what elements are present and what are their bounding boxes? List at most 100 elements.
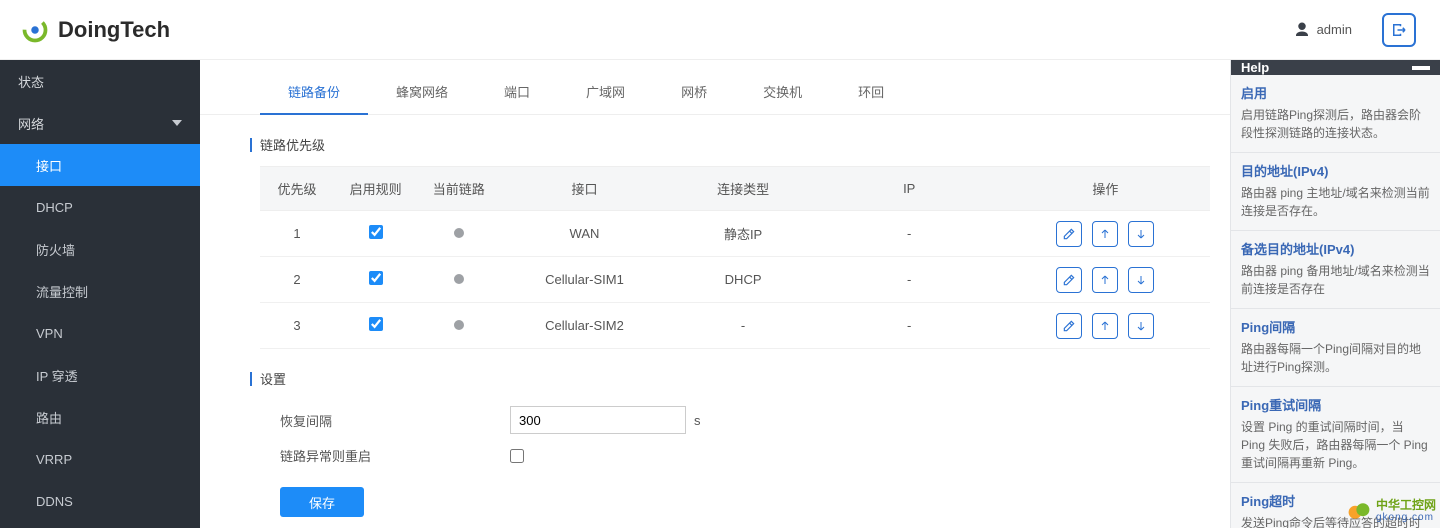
save-button[interactable]: 保存 bbox=[280, 487, 364, 517]
sidebar: 状态 网络 接口 DHCP 防火墙 流量控制 VPN IP 穿透 路由 VRRP… bbox=[0, 60, 200, 528]
table-row: 2Cellular-SIM1DHCP- bbox=[260, 257, 1210, 303]
reboot-checkbox[interactable] bbox=[510, 449, 524, 463]
th-enable: 启用规则 bbox=[334, 167, 417, 211]
sidebar-item-dhcp[interactable]: DHCP bbox=[0, 186, 200, 228]
cell-ip: - bbox=[818, 303, 1001, 349]
brand-icon bbox=[20, 15, 50, 45]
priority-table: 优先级 启用规则 当前链路 接口 连接类型 IP 操作 1WAN静态IP-2Ce… bbox=[260, 166, 1210, 349]
recover-unit: s bbox=[694, 413, 701, 428]
tab-bridge[interactable]: 网桥 bbox=[653, 72, 735, 114]
status-dot-icon bbox=[454, 228, 464, 238]
th-current: 当前链路 bbox=[417, 167, 500, 211]
sidebar-item-label: IP 穿透 bbox=[36, 366, 78, 385]
sidebar-item-firewall[interactable]: 防火墙 bbox=[0, 228, 200, 270]
help-block-text: 启用链路Ping探测后，路由器会阶段性探测链路的连接状态。 bbox=[1241, 106, 1430, 142]
cell-priority: 1 bbox=[260, 211, 334, 257]
recover-input[interactable] bbox=[510, 406, 686, 434]
help-block-text: 路由器每隔一个Ping间隔对目的地址进行Ping探测。 bbox=[1241, 340, 1430, 376]
th-priority: 优先级 bbox=[260, 167, 334, 211]
brand-logo: DoingTech bbox=[20, 15, 170, 45]
logout-icon bbox=[1390, 21, 1408, 39]
help-block-text: 路由器 ping 主地址/域名来检测当前连接是否存在。 bbox=[1241, 184, 1430, 220]
sidebar-item-vpn[interactable]: VPN bbox=[0, 312, 200, 354]
enable-checkbox[interactable] bbox=[369, 317, 383, 331]
help-block-title: 备选目的地址(IPv4) bbox=[1241, 239, 1430, 258]
logout-button[interactable] bbox=[1382, 13, 1416, 47]
help-block: Ping重试间隔设置 Ping 的重试间隔时间，当 Ping 失败后，路由器每隔… bbox=[1231, 387, 1440, 483]
status-dot-icon bbox=[454, 274, 464, 284]
watermark-en: gkong.com bbox=[1376, 512, 1436, 523]
move-up-button[interactable] bbox=[1092, 267, 1118, 293]
user-icon bbox=[1293, 21, 1311, 39]
table-row: 3Cellular-SIM2-- bbox=[260, 303, 1210, 349]
move-up-button[interactable] bbox=[1092, 313, 1118, 339]
move-down-button[interactable] bbox=[1128, 221, 1154, 247]
chevron-down-icon bbox=[172, 120, 182, 126]
cell-iface: Cellular-SIM2 bbox=[500, 303, 668, 349]
watermark-cn: 中华工控网 bbox=[1376, 499, 1436, 512]
brand-text: DoingTech bbox=[58, 17, 170, 43]
sidebar-item-ip-pass[interactable]: IP 穿透 bbox=[0, 354, 200, 396]
sidebar-item-ddns[interactable]: DDNS bbox=[0, 480, 200, 522]
edit-button[interactable] bbox=[1056, 267, 1082, 293]
sidebar-item-label: 接口 bbox=[36, 156, 62, 175]
sidebar-item-label: 网络 bbox=[18, 114, 44, 133]
sidebar-item-label: DHCP bbox=[36, 200, 73, 215]
edit-button[interactable] bbox=[1056, 221, 1082, 247]
tab-link-backup[interactable]: 链路备份 bbox=[260, 72, 368, 115]
sidebar-item-traffic[interactable]: 流量控制 bbox=[0, 270, 200, 312]
reboot-label: 链路异常则重启 bbox=[280, 446, 510, 465]
help-block-text: 路由器 ping 备用地址/域名来检测当前连接是否存在 bbox=[1241, 262, 1430, 298]
sidebar-item-label: VPN bbox=[36, 326, 63, 341]
move-down-button[interactable] bbox=[1128, 313, 1154, 339]
help-block: Ping间隔路由器每隔一个Ping间隔对目的地址进行Ping探测。 bbox=[1231, 309, 1440, 387]
status-dot-icon bbox=[454, 320, 464, 330]
sidebar-item-label: 状态 bbox=[18, 72, 44, 91]
cell-priority: 2 bbox=[260, 257, 334, 303]
move-down-button[interactable] bbox=[1128, 267, 1154, 293]
tabs: 链路备份 蜂窝网络 端口 广域网 网桥 交换机 环回 bbox=[200, 60, 1230, 115]
help-title: Help bbox=[1241, 60, 1269, 75]
tab-switch[interactable]: 交换机 bbox=[735, 72, 830, 114]
enable-checkbox[interactable] bbox=[369, 225, 383, 239]
th-ip: IP bbox=[818, 167, 1001, 211]
cell-priority: 3 bbox=[260, 303, 334, 349]
sidebar-item-network[interactable]: 网络 bbox=[0, 102, 200, 144]
sidebar-item-interface[interactable]: 接口 bbox=[0, 144, 200, 186]
section-title-priority: 链路优先级 bbox=[220, 135, 1230, 154]
main-content: 链路备份 蜂窝网络 端口 广域网 网桥 交换机 环回 链路优先级 优先级 启用规… bbox=[200, 60, 1230, 528]
user-menu[interactable]: admin bbox=[1293, 21, 1352, 39]
th-iface: 接口 bbox=[500, 167, 668, 211]
cell-ip: - bbox=[818, 257, 1001, 303]
recover-label: 恢复间隔 bbox=[280, 411, 510, 430]
sidebar-item-route[interactable]: 路由 bbox=[0, 396, 200, 438]
cell-ip: - bbox=[818, 211, 1001, 257]
help-block: 目的地址(IPv4) 路由器 ping 主地址/域名来检测当前连接是否存在。 bbox=[1231, 153, 1440, 231]
move-up-button[interactable] bbox=[1092, 221, 1118, 247]
sidebar-item-label: 流量控制 bbox=[36, 282, 88, 301]
username: admin bbox=[1317, 22, 1352, 37]
cell-iface: WAN bbox=[500, 211, 668, 257]
tab-loopback[interactable]: 环回 bbox=[830, 72, 912, 114]
enable-checkbox[interactable] bbox=[369, 271, 383, 285]
cell-conn: 静态IP bbox=[669, 211, 818, 257]
th-conn: 连接类型 bbox=[669, 167, 818, 211]
app-header: DoingTech admin bbox=[0, 0, 1440, 60]
help-collapse-button[interactable] bbox=[1412, 66, 1430, 70]
sidebar-item-status[interactable]: 状态 bbox=[0, 60, 200, 102]
tab-cellular[interactable]: 蜂窝网络 bbox=[368, 72, 476, 114]
sidebar-item-label: 防火墙 bbox=[36, 240, 75, 259]
watermark: 中华工控网 gkong.com bbox=[1346, 498, 1436, 524]
th-ops: 操作 bbox=[1001, 167, 1210, 211]
tab-wan[interactable]: 广域网 bbox=[558, 72, 653, 114]
watermark-icon bbox=[1346, 498, 1372, 524]
section-title-settings: 设置 bbox=[220, 369, 1230, 388]
help-block: 备选目的地址(IPv4) 路由器 ping 备用地址/域名来检测当前连接是否存在 bbox=[1231, 231, 1440, 309]
help-block-title: 目的地址(IPv4) bbox=[1241, 161, 1430, 180]
help-header: Help bbox=[1231, 60, 1440, 75]
tab-port[interactable]: 端口 bbox=[476, 72, 558, 114]
sidebar-item-label: VRRP bbox=[36, 452, 72, 467]
sidebar-item-vrrp[interactable]: VRRP bbox=[0, 438, 200, 480]
edit-button[interactable] bbox=[1056, 313, 1082, 339]
cell-conn: - bbox=[669, 303, 818, 349]
